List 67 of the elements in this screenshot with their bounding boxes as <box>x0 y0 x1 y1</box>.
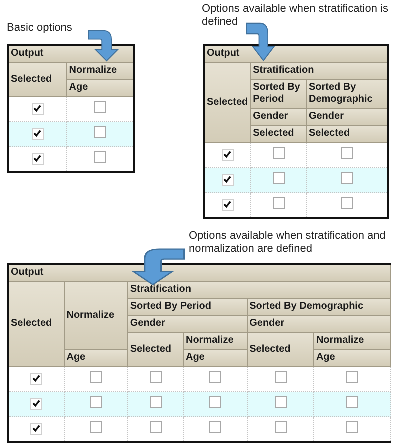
column-header: Output <box>8 45 134 62</box>
checkbox[interactable] <box>209 421 222 433</box>
column-header: Gender <box>128 316 248 332</box>
checkbox[interactable] <box>32 152 44 164</box>
checkbox[interactable] <box>94 101 106 113</box>
checkbox[interactable] <box>272 197 285 209</box>
column-header: Sorted By Period <box>128 298 248 316</box>
checkbox[interactable] <box>274 371 287 383</box>
column-header: Sorted By Period <box>250 80 306 108</box>
checkbox[interactable] <box>209 396 222 408</box>
column-header: Stratification <box>250 62 388 80</box>
caption: Basic options <box>7 22 72 35</box>
checkbox[interactable] <box>32 102 44 114</box>
checkbox[interactable] <box>340 172 353 184</box>
caption: Options available when stratification and normalization are defined <box>189 230 387 256</box>
checkbox[interactable] <box>274 421 287 433</box>
checkbox[interactable] <box>30 372 42 384</box>
column-header: Sorted By Demographic <box>306 80 388 108</box>
checkbox[interactable] <box>222 148 234 160</box>
checkbox[interactable] <box>346 421 358 433</box>
column-header: Gender <box>306 108 388 126</box>
column-header: Normalize <box>314 332 390 350</box>
checkbox[interactable] <box>222 174 234 186</box>
checkbox[interactable] <box>90 421 102 433</box>
column-header: Selected <box>8 282 64 366</box>
checkbox[interactable] <box>32 128 44 140</box>
checkbox[interactable] <box>30 398 42 410</box>
column-header: Selected <box>204 62 251 142</box>
checkbox[interactable] <box>340 147 353 159</box>
checkbox[interactable] <box>30 422 42 434</box>
column-header: Age <box>183 350 248 366</box>
checkbox[interactable] <box>209 371 222 383</box>
checkbox[interactable] <box>272 172 285 184</box>
checkbox[interactable] <box>90 396 102 408</box>
column-header: Age <box>64 350 128 366</box>
column-header: Normalize <box>64 282 128 350</box>
curved-arrow <box>246 20 276 62</box>
checkbox[interactable] <box>222 198 234 210</box>
checkbox[interactable] <box>274 396 287 408</box>
checkbox[interactable] <box>150 396 162 408</box>
curved-arrow <box>88 28 120 62</box>
caption: Options available when stratification is defined <box>202 3 390 29</box>
checkbox[interactable] <box>94 151 106 163</box>
column-header: Sorted By Demographic <box>247 298 390 316</box>
curved-arrow <box>130 246 186 286</box>
column-header: Output <box>8 264 390 282</box>
checkbox[interactable] <box>90 371 102 383</box>
checkbox[interactable] <box>94 126 106 138</box>
column-header: Selected <box>306 126 388 142</box>
checkbox[interactable] <box>346 396 358 408</box>
column-header: Normalize <box>183 332 248 350</box>
checkbox[interactable] <box>150 371 162 383</box>
checkbox[interactable] <box>340 197 353 209</box>
column-header: Normalize <box>66 62 134 80</box>
checkbox[interactable] <box>150 421 162 433</box>
column-header: Age <box>314 350 390 366</box>
column-header: Output <box>204 45 388 62</box>
column-header: Selected <box>128 332 184 366</box>
column-header: Selected <box>250 126 306 142</box>
column-header: Gender <box>250 108 306 126</box>
checkbox[interactable] <box>272 147 285 159</box>
column-header: Age <box>66 80 134 96</box>
column-header: Selected <box>8 62 67 96</box>
column-header: Gender <box>247 316 390 332</box>
checkbox[interactable] <box>346 371 358 383</box>
column-header: Stratification <box>128 282 390 298</box>
column-header: Selected <box>247 332 314 366</box>
